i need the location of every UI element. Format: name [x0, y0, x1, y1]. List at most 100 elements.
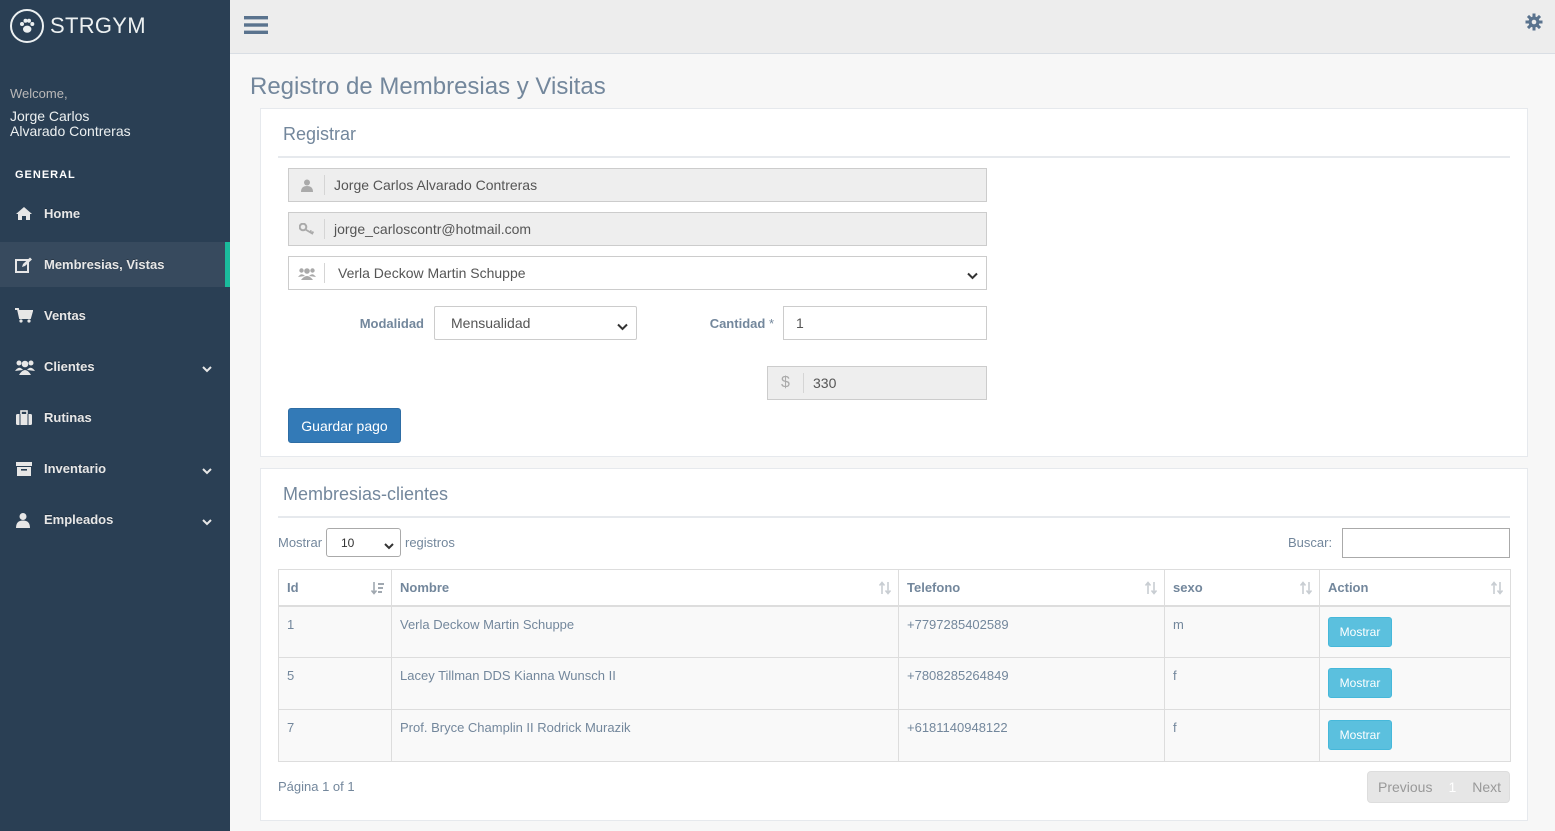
table-row: 5 Lacey Tillman DDS Kianna Wunsch II +78…: [278, 657, 1511, 710]
modalidad-select[interactable]: Mensualidad: [434, 306, 637, 340]
sidebar-item-label: Inventario: [44, 461, 107, 476]
sidebar-item-inventario[interactable]: Inventario: [0, 446, 230, 491]
user-icon: [15, 512, 35, 528]
paw-icon: [10, 9, 44, 43]
show-label: Mostrar: [278, 535, 323, 550]
cell-telefono: +6181140948122: [898, 709, 1165, 762]
memberships-panel-title: Membresias-clientes: [283, 484, 449, 504]
user-name: Jorge Carlos Alvarado Contreras: [10, 109, 220, 139]
brand[interactable]: STRGYM: [0, 0, 230, 52]
table-row: 1 Verla Deckow Martin Schuppe +779728540…: [278, 605, 1511, 658]
home-icon: [15, 206, 35, 221]
sort-icon: [1144, 581, 1158, 598]
show-button[interactable]: Mostrar: [1328, 720, 1392, 750]
cell-sexo: f: [1164, 657, 1320, 710]
sort-asc-icon: [370, 581, 385, 598]
cell-id: 1: [278, 605, 392, 658]
chevron-down-icon: [202, 463, 212, 478]
page-title: Registro de Membresias y Visitas: [250, 73, 606, 100]
modalidad-label: Modalidad: [359, 316, 424, 331]
member-email-value: jorge_carloscontr@hotmail.com: [334, 221, 532, 237]
sidebar-item-rutinas[interactable]: Rutinas: [0, 395, 230, 440]
page-info: Página 1 of 1: [278, 779, 355, 794]
cantidad-input[interactable]: 1: [783, 306, 987, 340]
sidebar-item-ventas[interactable]: Ventas: [0, 293, 230, 338]
users-icon: [15, 359, 35, 375]
sidebar-item-membresias[interactable]: Membresias, Vistas: [0, 242, 230, 287]
page-length-value: 10: [341, 535, 355, 550]
sidebar-item-clientes[interactable]: Clientes: [0, 344, 230, 389]
show-button[interactable]: Mostrar: [1328, 668, 1392, 698]
menu-toggle-icon[interactable]: [244, 14, 268, 39]
sort-icon: [878, 581, 892, 598]
sidebar-item-home[interactable]: Home: [0, 191, 230, 236]
chevron-down-icon: [617, 318, 628, 334]
sidebar-item-empleados[interactable]: Empleados: [0, 497, 230, 542]
memberships-panel: Membresias-clientes Mostrar 10 registros…: [260, 468, 1528, 821]
cell-nombre: Lacey Tillman DDS Kianna Wunsch II: [391, 657, 899, 710]
cell-nombre: Prof. Bryce Champlin II Rodrick Murazik: [391, 709, 899, 762]
cell-nombre: Verla Deckow Martin Schuppe: [391, 605, 899, 658]
save-payment-button[interactable]: Guardar pago: [288, 408, 401, 443]
cell-telefono: +7808285264849: [898, 657, 1165, 710]
column-header-label: Id: [287, 579, 299, 595]
sidebar: STRGYM Welcome, Jorge Carlos Alvarado Co…: [0, 0, 230, 831]
column-header-label: Telefono: [907, 579, 961, 595]
welcome-label: Welcome,: [10, 86, 68, 101]
chevron-down-icon: [384, 539, 394, 553]
search-input[interactable]: [1342, 528, 1510, 558]
previous-button[interactable]: Previous: [1368, 779, 1442, 795]
total-field: $ 330: [767, 366, 987, 400]
panel-divider: [278, 516, 1510, 518]
gear-icon[interactable]: [1525, 13, 1543, 34]
cell-id: 7: [278, 709, 392, 762]
edit-icon: [15, 257, 35, 273]
column-header-sexo[interactable]: sexo: [1164, 569, 1320, 607]
show-button[interactable]: Mostrar: [1328, 616, 1392, 647]
sidebar-menu: Home Membresias, Vistas Ventas Clientes: [0, 191, 230, 542]
next-button[interactable]: Next: [1462, 779, 1511, 795]
cell-telefono: +7797285402589: [898, 605, 1165, 658]
page-length-select[interactable]: 10: [326, 528, 401, 557]
modalidad-select-value: Mensualidad: [451, 315, 531, 331]
cell-action: Mostrar: [1319, 709, 1511, 762]
chevron-down-icon: [202, 514, 212, 529]
register-panel: Registrar Jorge Carlos Alvarado Contrera…: [260, 108, 1528, 457]
page-button-current[interactable]: 1: [1442, 779, 1462, 795]
cantidad-label-text: Cantidad: [709, 316, 766, 331]
column-header-action[interactable]: Action: [1319, 569, 1511, 607]
memberships-table: Id Nombre Telefono sexo Action 1 Verla D…: [278, 569, 1511, 762]
user-name-line2: Alvarado Contreras: [10, 123, 131, 139]
member-email-field: jorge_carloscontr@hotmail.com: [288, 212, 987, 246]
records-label: registros: [405, 535, 455, 550]
column-header-nombre[interactable]: Nombre: [391, 569, 899, 607]
column-header-label: sexo: [1173, 579, 1203, 595]
menu-section-title: GENERAL: [15, 169, 76, 181]
cart-icon: [15, 308, 35, 323]
column-header-telefono[interactable]: Telefono: [898, 569, 1165, 607]
welcome-profile: Welcome, Jorge Carlos Alvarado Contreras: [0, 52, 230, 139]
sidebar-item-label: Clientes: [44, 359, 95, 374]
panel-divider: [278, 156, 1510, 158]
table-row: 7 Prof. Bryce Champlin II Rodrick Murazi…: [278, 709, 1511, 762]
users-icon: [289, 263, 325, 283]
cell-action: Mostrar: [1319, 657, 1511, 710]
column-header-id[interactable]: Id: [278, 569, 392, 607]
register-panel-title: Registrar: [283, 124, 357, 144]
column-header-label: Nombre: [400, 579, 450, 595]
cantidad-input-value: 1: [796, 315, 804, 331]
user-name-line1: Jorge Carlos: [10, 108, 90, 124]
sidebar-item-label: Empleados: [44, 512, 114, 527]
top-navbar: [230, 0, 1555, 54]
sidebar-item-label: Rutinas: [44, 410, 92, 425]
pagination: Previous 1 Next: [1367, 771, 1510, 803]
cell-sexo: m: [1164, 605, 1320, 658]
required-mark: *: [768, 316, 774, 331]
sidebar-item-label: Home: [44, 206, 81, 221]
member-name-field: Jorge Carlos Alvarado Contreras: [288, 168, 987, 202]
table-header-row: Id Nombre Telefono sexo Action: [278, 569, 1511, 607]
column-header-label: Action: [1328, 579, 1369, 595]
client-select[interactable]: Verla Deckow Martin Schuppe: [288, 256, 987, 290]
key-icon: [289, 219, 325, 239]
sidebar-item-label: Ventas: [44, 308, 86, 323]
